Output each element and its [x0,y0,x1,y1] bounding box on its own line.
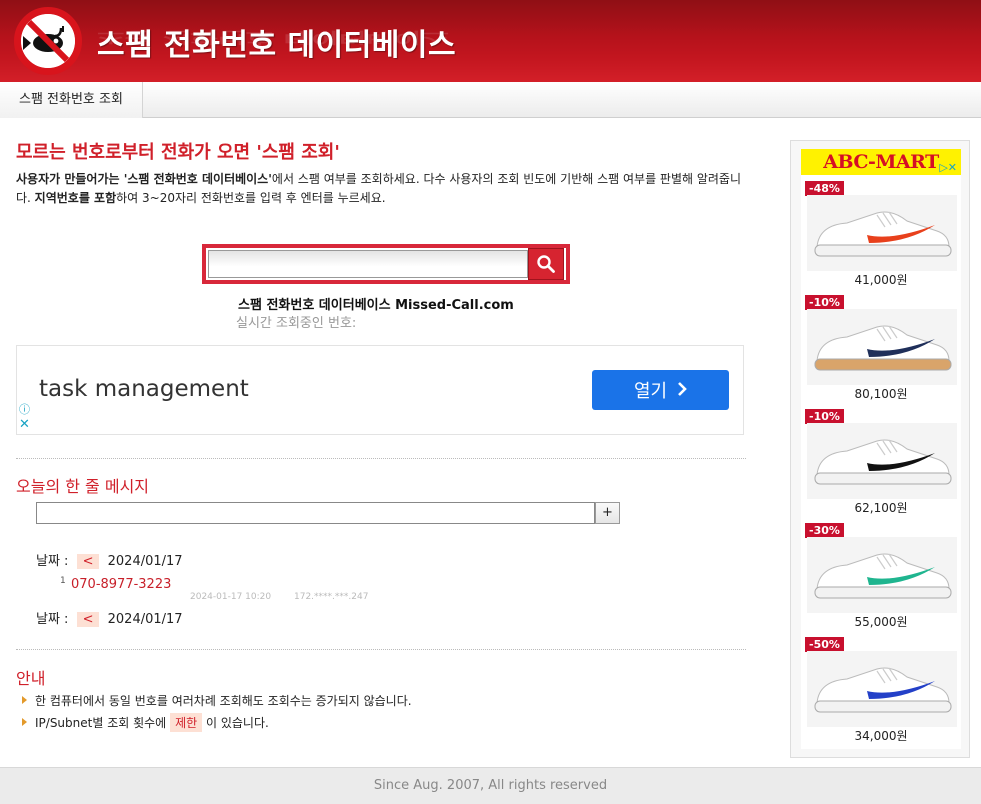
product-price: 55,000원 [854,615,908,629]
sidebar-ad-inner[interactable]: ABC-MART ▷✕ -48% 41,000원 -10% 80,100원 -10% 62… [801,149,961,749]
adchoices-icon[interactable]: ▷✕ [939,154,957,181]
product-price: 41,000원 [854,273,908,287]
site-header: 스팸 전화번호 데이터베이스 스팸 전화번호 데이터베이스 [0,0,981,82]
intro-text: 사용자가 만들어가는 '스팸 전화번호 데이터베이스'에서 스팸 여부를 조회하… [16,170,744,208]
entry-phone-link[interactable]: 070-8977-3223 [71,577,171,592]
discount-badge: -10% [805,409,844,424]
product-card[interactable]: -48% 41,000원 [805,181,957,295]
sneaker-image[interactable] [807,195,957,271]
ad-open-button[interactable]: 열기 [592,370,729,410]
no-spam-logo-icon[interactable] [14,7,82,75]
ad-open-label: 열기 [633,381,668,402]
bullet-arrow-icon [22,696,27,704]
sneaker-image[interactable] [807,309,957,385]
main-content: 모르는 번호로부터 전화가 오면 '스팸 조회' 사용자가 만들어가는 '스팸 … [16,140,746,732]
entry-timestamp: 2024-01-17 10:20 [190,592,272,602]
intro-text-3: 하여 3~20자리 전화번호를 입력 후 엔터를 누르세요. [116,191,386,205]
sidebar-ad[interactable]: ABC-MART ▷✕ -48% 41,000원 -10% 80,100원 -10% 62… [790,140,970,758]
entry-number: 1 [60,576,66,586]
chevron-right-icon [677,380,687,401]
date-row-bottom: 날짜 : < 2024/01/17 [36,608,183,627]
product-price: 80,100원 [854,387,908,401]
notice-item: 한 컴퓨터에서 동일 번호를 여러차례 조회해도 조회수는 증가되지 않습니다. [22,692,412,709]
notice-item-text: 한 컴퓨터에서 동일 번호를 여러차례 조회해도 조회수는 증가되지 않습니다. [35,694,412,708]
notice-item-text: IP/Subnet별 조회 횟수에 [35,716,167,730]
limit-tag: 제한 [170,713,203,732]
search-button[interactable] [528,248,564,280]
message-section-title: 오늘의 한 줄 메시지 [16,477,150,496]
date-label: 날짜 : [36,554,69,569]
intro-bold-2: 지역번호를 포함 [34,191,117,205]
sneaker-image[interactable] [807,651,957,727]
ad-text[interactable]: task management [39,376,249,402]
date-value: 2024/01/17 [107,554,183,569]
notice-section-title: 안내 [16,669,46,688]
date-value: 2024/01/17 [107,612,183,627]
discount-badge: -48% [805,181,844,196]
notice-item: IP/Subnet별 조회 횟수에 제한 이 있습니다. [22,713,269,732]
site-caption: 스팸 전화번호 데이터베이스 Missed-Call.com [238,298,514,313]
product-card[interactable]: -10% 80,100원 [805,295,957,409]
prev-date-button[interactable]: < [76,554,100,569]
ad-banner[interactable]: task management 열기 ⓘ ✕ [16,345,744,435]
site-title-reflection: 스팸 전화번호 데이터베이스 [97,28,450,47]
brand-name: ABC-MART [823,151,939,173]
ad-close-icon[interactable]: ✕ [19,418,31,431]
intro-bold-1: 사용자가 만들어가는 '스팸 전화번호 데이터베이스' [16,172,272,186]
page-title: 모르는 번호로부터 전화가 오면 '스팸 조회' [16,142,340,163]
nav-item-spam-lookup[interactable]: 스팸 전화번호 조회 [0,82,143,118]
phone-search-input[interactable] [208,250,528,278]
abc-mart-logo[interactable]: ABC-MART ▷✕ [801,149,961,175]
bullet-arrow-icon [22,718,27,726]
live-lookup-caption: 실시간 조회중인 번호: [236,316,357,331]
divider [16,649,746,650]
notice-item-suffix: 이 있습니다. [205,716,269,730]
product-card[interactable]: -10% 62,100원 [805,409,957,523]
message-add-button[interactable]: + [595,502,620,524]
nav-bar: 스팸 전화번호 조회 [0,82,981,118]
ad-info-icon[interactable]: ⓘ [19,404,31,416]
sneaker-image[interactable] [807,537,957,613]
discount-badge: -10% [805,295,844,310]
discount-badge: -30% [805,523,844,538]
date-label: 날짜 : [36,612,69,627]
search-box [202,244,570,284]
site-footer: Since Aug. 2007, All rights reserved [0,767,981,804]
sneaker-image[interactable] [807,423,957,499]
search-icon [537,255,555,273]
product-card[interactable]: -30% 55,000원 [805,523,957,637]
product-card[interactable]: -50% 34,000원 [805,637,957,751]
product-price: 34,000원 [854,729,908,743]
prev-date-button[interactable]: < [76,612,100,627]
message-input[interactable] [36,502,595,524]
divider [16,458,746,459]
date-row-top: 날짜 : < 2024/01/17 [36,550,183,569]
product-price: 62,100원 [854,501,908,515]
discount-badge: -50% [805,637,844,652]
entry-ip: 172.****.***.247 [294,592,369,602]
